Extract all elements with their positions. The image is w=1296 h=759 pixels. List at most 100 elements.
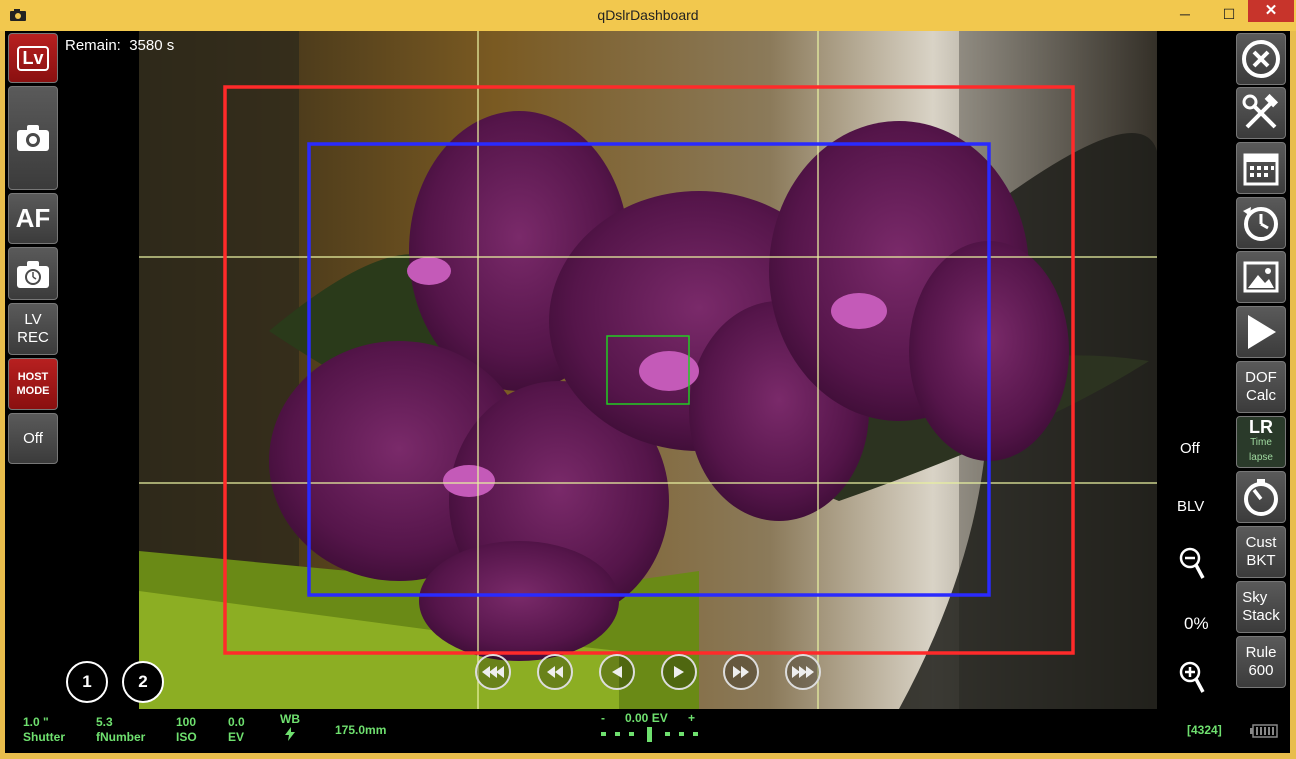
remain-readout: Remain: 3580 s <box>65 37 174 54</box>
gallery-button[interactable] <box>1236 251 1286 303</box>
lrtimelapse-sub: Time lapse <box>1249 436 1273 463</box>
focus-far-forward-button[interactable] <box>785 654 821 690</box>
left-icon <box>612 666 622 678</box>
iso-status[interactable]: 100 ISO <box>176 715 197 745</box>
shutter-value: 1.0 " <box>23 715 49 729</box>
zoom-percent: 0% <box>1184 614 1209 633</box>
image-icon <box>1243 261 1279 293</box>
lrtimelapse-label: LR <box>1249 416 1273 437</box>
camera-icon <box>17 125 49 151</box>
window-title: qDslrDashboard <box>597 7 699 23</box>
double-left-icon <box>547 666 563 678</box>
battery-icon <box>1250 724 1278 738</box>
dof-line2: Calc <box>1245 387 1276 404</box>
ev-plus: + <box>688 711 696 725</box>
ev-scale-ticks <box>601 727 698 742</box>
focus-step-back-button[interactable] <box>599 654 635 690</box>
focus-back-button[interactable] <box>537 654 573 690</box>
wb-flash-icon <box>285 727 295 741</box>
fnumber-value: 5.3 <box>96 715 113 729</box>
shutter-label: Shutter <box>23 730 65 744</box>
lv-rec-line1: LV <box>24 311 42 328</box>
shutter-status[interactable]: 1.0 " Shutter <box>23 715 65 745</box>
ev-minus: - <box>601 711 605 725</box>
history-button[interactable] <box>1236 197 1286 249</box>
host-mode-line2: MODE <box>16 385 50 397</box>
title-bar[interactable]: qDslrDashboard ─ ☐ ✕ <box>0 0 1296 31</box>
sky-stack-line2: Stack <box>1242 607 1280 624</box>
off-label: Off <box>23 429 43 447</box>
cust-bkt-line2: BKT <box>1246 552 1276 569</box>
close-circle-icon <box>1242 40 1280 78</box>
wb-label: WB <box>280 712 300 726</box>
profile-2-button[interactable]: 2 <box>122 661 164 703</box>
triple-left-icon <box>482 666 504 678</box>
wb-status[interactable]: WB <box>280 712 300 745</box>
lv-button[interactable]: Lv <box>8 33 58 83</box>
minimize-button[interactable]: ─ <box>1170 4 1200 24</box>
window-close-button[interactable]: ✕ <box>1248 0 1294 22</box>
side-off-label[interactable]: Off <box>1180 440 1200 457</box>
focus-forward-button[interactable] <box>723 654 759 690</box>
dof-calc-button[interactable]: DOF Calc <box>1236 361 1286 413</box>
focus-far-back-button[interactable] <box>475 654 511 690</box>
tools-icon <box>1242 93 1279 129</box>
host-mode-button[interactable]: HOST MODE <box>8 358 58 410</box>
lrtimelapse-logo: LR Time lapse <box>1237 416 1285 465</box>
lv-rec-button[interactable]: LV REC <box>8 303 58 355</box>
client-area: Remain: 3580 s Lv AF LV REC HOST MODE Of… <box>5 31 1290 753</box>
shots-remaining: [4324] <box>1187 723 1222 737</box>
calendar-button[interactable] <box>1236 142 1286 194</box>
app-window: qDslrDashboard ─ ☐ ✕ Remain: 3580 s Lv A… <box>0 0 1296 759</box>
stopwatch-icon <box>1244 479 1278 516</box>
cust-bkt-button[interactable]: Cust BKT <box>1236 526 1286 578</box>
fnumber-label: fNumber <box>96 730 146 744</box>
triple-right-icon <box>792 666 814 678</box>
rule600-line2: 600 <box>1248 662 1274 679</box>
ev-label: EV <box>228 730 245 744</box>
profile-1-button[interactable]: 1 <box>66 661 108 703</box>
zoom-out-icon[interactable] <box>1179 547 1205 581</box>
maximize-button[interactable]: ☐ <box>1214 4 1244 24</box>
ev-status[interactable]: 0.0 EV <box>228 715 245 745</box>
blv-label[interactable]: BLV <box>1177 498 1204 515</box>
ev-value: 0.0 <box>228 715 245 729</box>
lv-rec-line2: REC <box>17 329 49 346</box>
af-label: AF <box>15 203 51 233</box>
play-button[interactable] <box>1236 306 1286 358</box>
clock-icon <box>1243 207 1278 241</box>
off-button[interactable]: Off <box>8 413 58 464</box>
right-icon <box>674 666 684 678</box>
remain-value: 3580 s <box>129 37 175 54</box>
live-view[interactable] <box>139 31 1157 709</box>
lv-label: Lv <box>17 45 49 71</box>
tools-button[interactable] <box>1236 87 1286 139</box>
focal-length: 175.0mm <box>335 723 387 737</box>
timer-capture-button[interactable] <box>8 247 58 300</box>
stopwatch-button[interactable] <box>1236 471 1286 523</box>
sky-stack-button[interactable]: Sky Stack <box>1236 581 1286 633</box>
double-right-icon <box>733 666 749 678</box>
ev-meter-value: 0.00 EV <box>625 711 668 725</box>
iso-label: ISO <box>176 730 197 744</box>
lrtimelapse-button[interactable]: LR Time lapse <box>1236 416 1286 468</box>
rule600-button[interactable]: Rule 600 <box>1236 636 1286 688</box>
live-view-image <box>139 31 1157 709</box>
iso-value: 100 <box>176 715 197 729</box>
dof-line1: DOF <box>1245 369 1277 386</box>
close-session-button[interactable] <box>1236 33 1286 85</box>
host-mode-line1: HOST <box>17 371 49 383</box>
exposure-meter: - 0.00 EV + <box>595 711 705 751</box>
fnumber-status[interactable]: 5.3 fNumber <box>96 715 145 745</box>
zoom-in-icon[interactable] <box>1179 661 1205 695</box>
focus-step-forward-button[interactable] <box>661 654 697 690</box>
capture-button[interactable] <box>8 86 58 190</box>
cust-bkt-line1: Cust <box>1245 534 1277 551</box>
af-button[interactable]: AF <box>8 193 58 244</box>
calendar-icon <box>1243 153 1279 186</box>
sky-stack-line1: Sky <box>1242 589 1268 606</box>
play-icon <box>1248 315 1276 349</box>
remain-label: Remain: <box>65 37 121 54</box>
camera-timer-icon <box>17 260 49 288</box>
rule600-line1: Rule <box>1245 644 1277 661</box>
